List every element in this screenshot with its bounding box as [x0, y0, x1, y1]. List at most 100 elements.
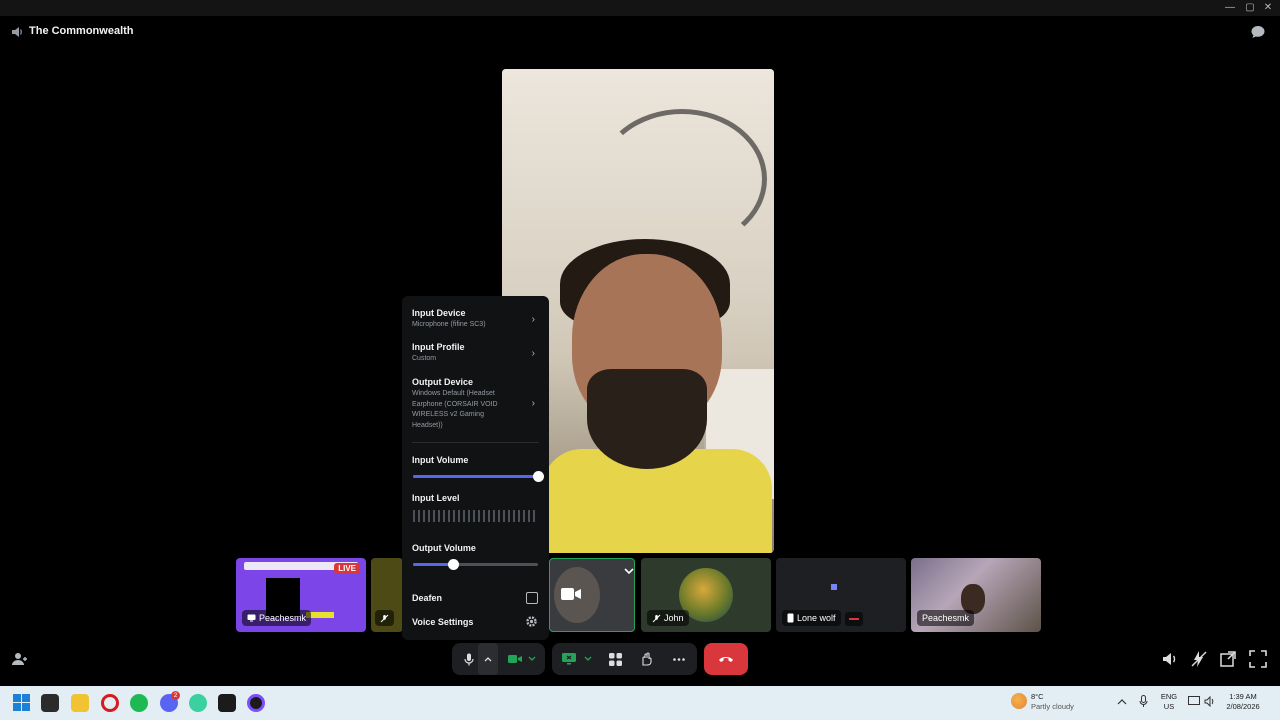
input-profile-value: Custom: [412, 355, 437, 362]
input-volume-fill: [413, 475, 538, 478]
participant-tile-stream[interactable]: LIVE Peachesmk: [236, 558, 366, 632]
fullscreen-icon[interactable]: [1249, 650, 1267, 668]
streamer-mode-icon[interactable]: [1190, 650, 1208, 668]
add-people-icon[interactable]: [11, 651, 27, 667]
chevron-right-icon[interactable]: ›: [532, 398, 535, 409]
display-tray-icon[interactable]: [1188, 696, 1200, 707]
region-indicator[interactable]: US: [1158, 702, 1180, 712]
input-device-value: Microphone (fifine SC3): [412, 321, 486, 328]
video-ceiling-track: [597, 109, 767, 249]
input-profile-item[interactable]: Input Profile Custom: [412, 342, 465, 365]
tile-name: John: [664, 613, 684, 623]
windows-start-icon[interactable]: [13, 694, 30, 711]
input-volume-slider[interactable]: [413, 471, 544, 482]
speaker-icon: [12, 27, 22, 37]
participant-tile-partial[interactable]: [371, 558, 403, 632]
opera-icon[interactable]: [101, 694, 119, 712]
activities-icon: [608, 652, 622, 666]
input-volume-knob[interactable]: [533, 471, 544, 482]
video-person-beard: [587, 369, 707, 469]
input-device-item[interactable]: Input Device Microphone (fifine SC3): [412, 308, 486, 331]
app-icon-green[interactable]: [189, 694, 207, 712]
maximize-button[interactable]: ▢: [1242, 1, 1258, 15]
gear-icon[interactable]: [525, 615, 538, 628]
mic-off-icon: [380, 614, 389, 622]
activities-button[interactable]: [600, 643, 630, 675]
soundboard-button[interactable]: [632, 643, 662, 675]
weather-temperature[interactable]: 8°C: [1031, 692, 1044, 702]
chevron-right-icon[interactable]: ›: [532, 348, 535, 359]
microphone-icon: [464, 653, 474, 665]
voice-settings-popup: Input Device Microphone (fifine SC3) › I…: [402, 296, 549, 640]
live-badge: LIVE: [334, 563, 360, 574]
camera-icon: [561, 588, 581, 600]
chevron-right-icon[interactable]: ›: [532, 314, 535, 325]
app-icon-ring[interactable]: [247, 694, 265, 712]
windows-taskbar: 2 8°C Partly cloudy ENG US 1:39 AM 2/08/…: [0, 686, 1280, 720]
output-volume-knob[interactable]: [448, 559, 459, 570]
speaker-tray-icon[interactable]: [1204, 696, 1216, 707]
task-view-icon[interactable]: [41, 694, 59, 712]
chat-bubble-icon[interactable]: [1250, 24, 1266, 40]
participant-tile-john[interactable]: John: [641, 558, 771, 632]
tile-name-label: [375, 610, 394, 626]
chevron-down-icon: [528, 656, 536, 661]
participant-tile-camera[interactable]: [549, 558, 635, 632]
screen-icon: [247, 614, 256, 622]
activity-controls: [552, 643, 697, 675]
mic-options-button[interactable]: [478, 643, 498, 675]
more-dots-icon: [673, 657, 685, 661]
output-device-item[interactable]: Output Device Windows Default (Headset E…: [412, 377, 512, 431]
clock-time[interactable]: 1:39 AM: [1222, 692, 1264, 702]
language-indicator[interactable]: ENG: [1158, 692, 1180, 702]
output-volume-slider[interactable]: [413, 559, 538, 570]
participant-tile-lone-wolf[interactable]: Lone wolf: [776, 558, 906, 632]
epic-games-icon[interactable]: [218, 694, 236, 712]
tile-name-label: Peachesmk: [242, 610, 312, 626]
mic-camera-controls: [452, 643, 545, 675]
clock-date[interactable]: 2/08/2026: [1222, 702, 1264, 712]
more-options-button[interactable]: [664, 643, 694, 675]
file-explorer-icon[interactable]: [71, 694, 89, 712]
tile-name-label: John: [647, 610, 689, 626]
spotify-icon[interactable]: [130, 694, 148, 712]
phone-icon: [787, 613, 794, 623]
output-volume-fill: [413, 563, 453, 566]
pop-out-icon[interactable]: [1219, 650, 1237, 668]
call-header: The Commonwealth: [0, 16, 1280, 48]
window-title-bar: — ▢ ✕: [0, 0, 1280, 16]
tile-name-label: Peachesmk: [917, 610, 975, 626]
chevron-down-icon[interactable]: [624, 567, 634, 575]
output-device-title: Output Device: [412, 377, 474, 387]
tile-name: Lone wolf: [797, 613, 836, 623]
input-device-title: Input Device: [412, 308, 466, 318]
discord-notification-badge: 2: [171, 691, 180, 700]
voice-settings-label[interactable]: Voice Settings: [412, 617, 473, 627]
menu-divider: [412, 442, 539, 443]
chevron-up-icon[interactable]: [1117, 698, 1127, 705]
tile-placeholder-dot: [831, 584, 837, 590]
close-button[interactable]: ✕: [1260, 1, 1276, 15]
mic-off-icon: [652, 614, 661, 622]
input-volume-title: Input Volume: [412, 455, 469, 465]
weather-description[interactable]: Partly cloudy: [1031, 702, 1074, 712]
disconnect-button[interactable]: [704, 643, 748, 675]
minimize-button[interactable]: —: [1222, 1, 1238, 15]
chevron-down-icon: [584, 656, 592, 661]
volume-icon[interactable]: [1161, 650, 1179, 668]
soundboard-icon: [642, 652, 652, 666]
output-volume-title: Output Volume: [412, 543, 476, 553]
screen-share-options[interactable]: [578, 643, 598, 675]
microphone-tray-icon[interactable]: [1139, 695, 1148, 708]
input-profile-title: Input Profile: [412, 342, 465, 352]
participant-tile-peachesmk-video[interactable]: Peachesmk: [911, 558, 1041, 632]
weather-icon[interactable]: [1011, 693, 1027, 709]
deafen-checkbox[interactable]: [526, 592, 538, 604]
input-level-meter: [413, 510, 538, 522]
camera-options-button[interactable]: [522, 643, 542, 675]
camera-icon: [508, 655, 522, 663]
tile-name: Peachesmk: [922, 613, 970, 623]
screen-share-icon: [562, 653, 576, 665]
hang-up-icon: [719, 657, 733, 662]
tile-status-badge: [845, 612, 863, 626]
